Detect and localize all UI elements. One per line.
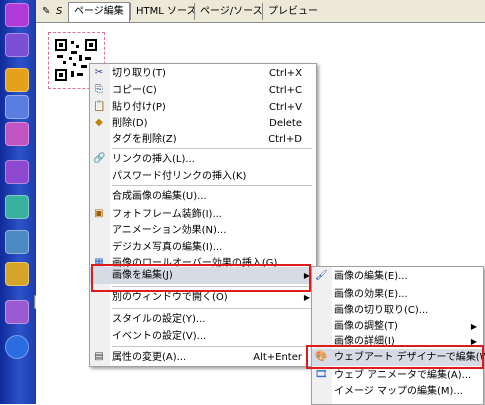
menu-separator (112, 148, 312, 149)
s-icon: S (56, 6, 63, 17)
menu-item-animation-effect[interactable]: アニメーション効果(N)... (90, 222, 316, 239)
menu-item-label: 削除(D) (112, 118, 148, 129)
submenu-item-image-effects[interactable]: 画像の効果(E)... (312, 286, 483, 303)
menu-item-shortcut: Delete (269, 118, 302, 129)
menu-item-label: 合成画像の編集(U)... (112, 191, 207, 202)
submenu-item-edit-image[interactable]: 🖌 画像の編集(E)... (312, 268, 483, 285)
menu-item-label: フォトフレーム装飾(I)... (112, 209, 222, 220)
menu-item-label: アニメーション効果(N)... (112, 225, 227, 236)
submenu-item-crop-image[interactable]: 画像の切り取り(C)... (312, 302, 483, 319)
link-icon: 🔗 (93, 153, 106, 164)
menu-item-paste[interactable]: 📋 貼り付け(P) Ctrl+V (90, 99, 316, 116)
menu-item-insert-link[interactable]: 🔗 リンクの挿入(L)... (90, 151, 316, 168)
menu-item-delete[interactable]: ◆ 削除(D) Delete (90, 115, 316, 132)
menu-item-label: パスワード付リンクの挿入(K) (112, 171, 247, 182)
table-icon[interactable] (5, 122, 29, 146)
menu-separator (112, 308, 312, 309)
tab-page-edit[interactable]: ページ編集 (68, 2, 130, 22)
menu-item-label: 切り取り(T) (112, 68, 166, 79)
menu-item-label: 画像の編集(E)... (334, 271, 408, 282)
menu-item-label: ウェブ アニメータで編集(A)... (334, 370, 472, 381)
paste-icon: 📋 (93, 101, 106, 112)
menu-item-label: 画像の切り取り(C)... (334, 305, 429, 316)
eraser-icon: ◆ (95, 117, 103, 128)
menu-item-label: タグを削除(Z) (112, 134, 177, 145)
menu-item-label: 貼り付け(P) (112, 102, 166, 113)
frame-icon: ▣ (94, 208, 104, 219)
image-edit-submenu: 🖌 画像の編集(E)... 画像の効果(E)... 画像の切り取り(C)... 画像の調… (311, 266, 485, 405)
menu-item-shortcut: Ctrl+C (268, 85, 302, 96)
menu-item-label: 画像の効果(E)... (334, 289, 408, 300)
menu-item-change-properties[interactable]: ▤ 属性の変更(A)... Alt+Enter (90, 349, 316, 366)
menu-item-copy[interactable]: ⎘ コピー(C) Ctrl+C (90, 82, 316, 99)
tab-page-source[interactable]: ページ/ソース (194, 3, 268, 20)
add-icon[interactable] (5, 335, 29, 359)
menu-item-cut[interactable]: ✂ 切り取り(T) Ctrl+X (90, 65, 316, 82)
menu-item-label: リンクの挿入(L)... (112, 154, 195, 165)
menu-item-insert-password-link[interactable]: パスワード付リンクの挿入(K) (90, 168, 316, 185)
menu-item-remove-tag[interactable]: タグを削除(Z) Ctrl+D (90, 131, 316, 148)
form-icon[interactable] (5, 230, 29, 254)
view-tab-bar: ✎ S ページ編集 HTML ソース ページ/ソース プレビュー (36, 0, 485, 23)
menu-item-style-settings[interactable]: スタイルの設定(Y)... (90, 311, 316, 328)
menu-item-shortcut: Ctrl+X (268, 68, 302, 79)
menu-item-event-settings[interactable]: イベントの設定(V)... (90, 328, 316, 345)
copy-icon: ⎘ (95, 84, 103, 95)
menu-item-shortcut: Alt+Enter (253, 352, 302, 363)
highlight-box-edit-image (91, 264, 311, 292)
context-menu: ✂ 切り取り(T) Ctrl+X ⎘ コピー(C) Ctrl+C 📋 貼り付け(P) Ctrl+… (89, 63, 317, 367)
pencil-icon: ✎ (42, 6, 51, 17)
menu-item-shortcut: Ctrl+D (268, 134, 302, 145)
menu-item-label: スタイルの設定(Y)... (112, 314, 206, 325)
image-edit-icon: 🖌 (315, 270, 328, 281)
menu-item-label: デジカメ写真の編集(I)... (112, 242, 223, 253)
text-tool-icon[interactable] (5, 3, 29, 27)
scissors-icon: ✂ (94, 67, 104, 78)
menu-separator (112, 185, 312, 186)
bullet-list-icon[interactable] (5, 95, 29, 119)
menu-item-edit-camera-photo[interactable]: デジカメ写真の編集(I)... (90, 239, 316, 256)
web-animator-icon: 🎞 (315, 369, 328, 380)
shape-tool-icon[interactable] (5, 160, 29, 184)
highlight-box-web-art-designer (306, 345, 484, 369)
menu-item-shortcut: Ctrl+V (268, 102, 302, 113)
menu-item-label: イベントの設定(V)... (112, 331, 207, 342)
components-icon[interactable] (5, 300, 29, 324)
menu-separator (112, 346, 312, 347)
folder-icon[interactable] (5, 262, 29, 286)
chain-link-icon[interactable] (5, 68, 29, 92)
menu-item-photo-frame[interactable]: ▣ フォトフレーム装飾(I)... (90, 206, 316, 223)
tool-palette (0, 0, 36, 404)
submenu-item-web-animator[interactable]: 🎞 ウェブ アニメータで編集(A)... (312, 367, 483, 384)
menu-item-label: コピー(C) (112, 85, 157, 96)
speech-bubble-icon[interactable] (5, 33, 29, 57)
properties-icon: ▤ (94, 351, 104, 362)
submenu-item-image-map[interactable]: イメージ マップの編集(M)... (312, 383, 483, 400)
menu-item-label: 属性の変更(A)... (112, 352, 187, 363)
tab-html-source[interactable]: HTML ソース (130, 3, 202, 20)
menu-item-label: イメージ マップの編集(M)... (334, 386, 463, 397)
menu-item-edit-composite-image[interactable]: 合成画像の編集(U)... (90, 188, 316, 205)
image-icon[interactable] (5, 195, 29, 219)
tab-preview[interactable]: プレビュー (262, 3, 323, 20)
